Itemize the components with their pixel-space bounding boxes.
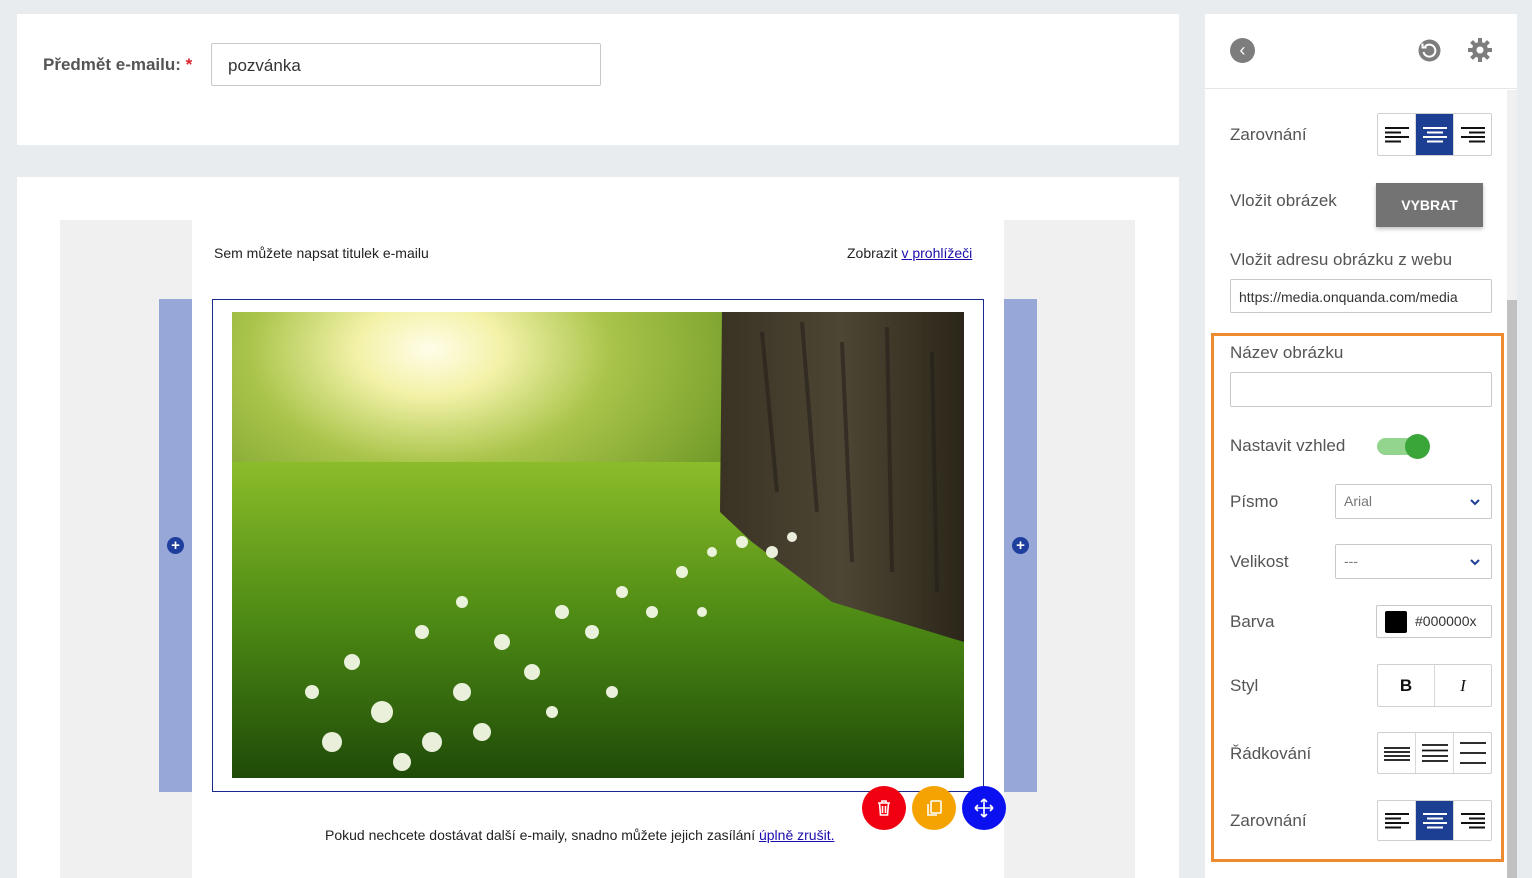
gear-icon[interactable] bbox=[1467, 37, 1493, 63]
bold-button[interactable]: B bbox=[1378, 665, 1435, 706]
align-label: Zarovnání bbox=[1230, 125, 1307, 144]
text-align-left-button[interactable] bbox=[1378, 801, 1416, 840]
spacing-wide-button[interactable] bbox=[1454, 733, 1491, 773]
add-block-left-icon[interactable]: + bbox=[167, 537, 184, 554]
color-picker[interactable]: #000000x bbox=[1376, 605, 1492, 638]
spacing-normal-icon bbox=[1421, 744, 1448, 762]
align-center-button[interactable] bbox=[1416, 114, 1454, 155]
italic-button[interactable]: I bbox=[1435, 665, 1491, 706]
bold-icon: B bbox=[1399, 675, 1413, 695]
panel-divider bbox=[1205, 88, 1517, 89]
line-spacing-group bbox=[1377, 732, 1492, 774]
text-align-right-button[interactable] bbox=[1454, 801, 1491, 840]
top-strip bbox=[0, 0, 1532, 14]
align-right-icon bbox=[1460, 812, 1485, 828]
move-icon bbox=[974, 798, 994, 818]
chevron-down-icon bbox=[1470, 499, 1480, 506]
duplicate-block-button[interactable] bbox=[912, 786, 956, 830]
email-title-placeholder[interactable]: Sem můžete napsat titulek e-mailu bbox=[214, 245, 429, 261]
trash-icon bbox=[878, 800, 890, 816]
reset-icon[interactable] bbox=[1417, 38, 1442, 63]
align-center-icon bbox=[1422, 126, 1447, 142]
image-name-label: Název obrázku bbox=[1230, 343, 1344, 362]
move-block-button[interactable] bbox=[962, 786, 1006, 830]
size-select[interactable]: --- bbox=[1335, 544, 1492, 579]
add-block-right-icon[interactable]: + bbox=[1012, 537, 1029, 554]
view-prefix: Zobrazit bbox=[847, 245, 898, 261]
spacing-tight-button[interactable] bbox=[1378, 733, 1416, 773]
delete-block-button[interactable] bbox=[862, 786, 906, 830]
spacing-wide-icon bbox=[1459, 742, 1486, 764]
email-footer: Pokud nechcete dostávat další e-maily, s… bbox=[325, 827, 834, 843]
image-align-group bbox=[1377, 113, 1492, 156]
view-in-browser-link[interactable]: v prohlížeči bbox=[901, 245, 972, 261]
insert-image-label: Vložit obrázek bbox=[1230, 191, 1337, 210]
back-icon[interactable]: ‹ bbox=[1230, 38, 1255, 63]
text-style-group: B I bbox=[1377, 664, 1492, 707]
size-select-value: --- bbox=[1344, 553, 1358, 569]
font-select[interactable]: Arial bbox=[1335, 484, 1492, 519]
align-center-icon bbox=[1422, 812, 1447, 828]
choose-image-button[interactable]: VYBRAT bbox=[1376, 183, 1483, 227]
style-label: Styl bbox=[1230, 676, 1259, 695]
text-align-center-button[interactable] bbox=[1416, 801, 1454, 840]
text-align-label: Zarovnání bbox=[1230, 811, 1307, 830]
align-right-button[interactable] bbox=[1454, 114, 1491, 155]
view-in-browser: Zobrazit v prohlížeči bbox=[847, 245, 972, 261]
subject-label: Předmět e-mailu: * bbox=[43, 55, 192, 75]
align-left-icon bbox=[1384, 126, 1409, 142]
align-left-icon bbox=[1384, 812, 1409, 828]
spacing-normal-button[interactable] bbox=[1416, 733, 1454, 773]
spacing-tight-icon bbox=[1383, 747, 1410, 761]
highlight-box bbox=[1211, 333, 1504, 862]
italic-icon: I bbox=[1460, 675, 1466, 695]
appearance-label: Nastavit vzhled bbox=[1230, 436, 1346, 455]
line-spacing-label: Řádkování bbox=[1230, 744, 1312, 763]
align-left-button[interactable] bbox=[1378, 114, 1416, 155]
nature-image bbox=[232, 312, 964, 778]
image-name-input[interactable] bbox=[1230, 372, 1492, 407]
color-label: Barva bbox=[1230, 612, 1275, 631]
size-label: Velikost bbox=[1230, 552, 1289, 571]
subject-input[interactable]: pozvánka bbox=[211, 43, 601, 86]
color-value[interactable]: #000000x bbox=[1415, 613, 1477, 629]
image-url-input[interactable]: https://media.onquanda.com/media bbox=[1230, 279, 1492, 313]
font-label: Písmo bbox=[1230, 492, 1279, 511]
color-swatch[interactable] bbox=[1385, 611, 1407, 633]
align-right-icon bbox=[1460, 126, 1485, 142]
image-url-label: Vložit adresu obrázku z webu bbox=[1230, 250, 1453, 269]
appearance-toggle-knob[interactable] bbox=[1405, 434, 1430, 459]
font-select-value: Arial bbox=[1344, 493, 1373, 509]
chevron-down-icon bbox=[1470, 559, 1480, 566]
scrollbar-thumb[interactable] bbox=[1507, 300, 1517, 878]
unsubscribe-link[interactable]: úplně zrušit. bbox=[759, 827, 834, 843]
subject-label-text: Předmět e-mailu: bbox=[43, 55, 181, 74]
footer-text: Pokud nechcete dostávat další e-maily, s… bbox=[325, 827, 756, 843]
copy-icon bbox=[927, 800, 942, 816]
text-align-group bbox=[1377, 800, 1492, 841]
required-mark: * bbox=[185, 55, 193, 74]
